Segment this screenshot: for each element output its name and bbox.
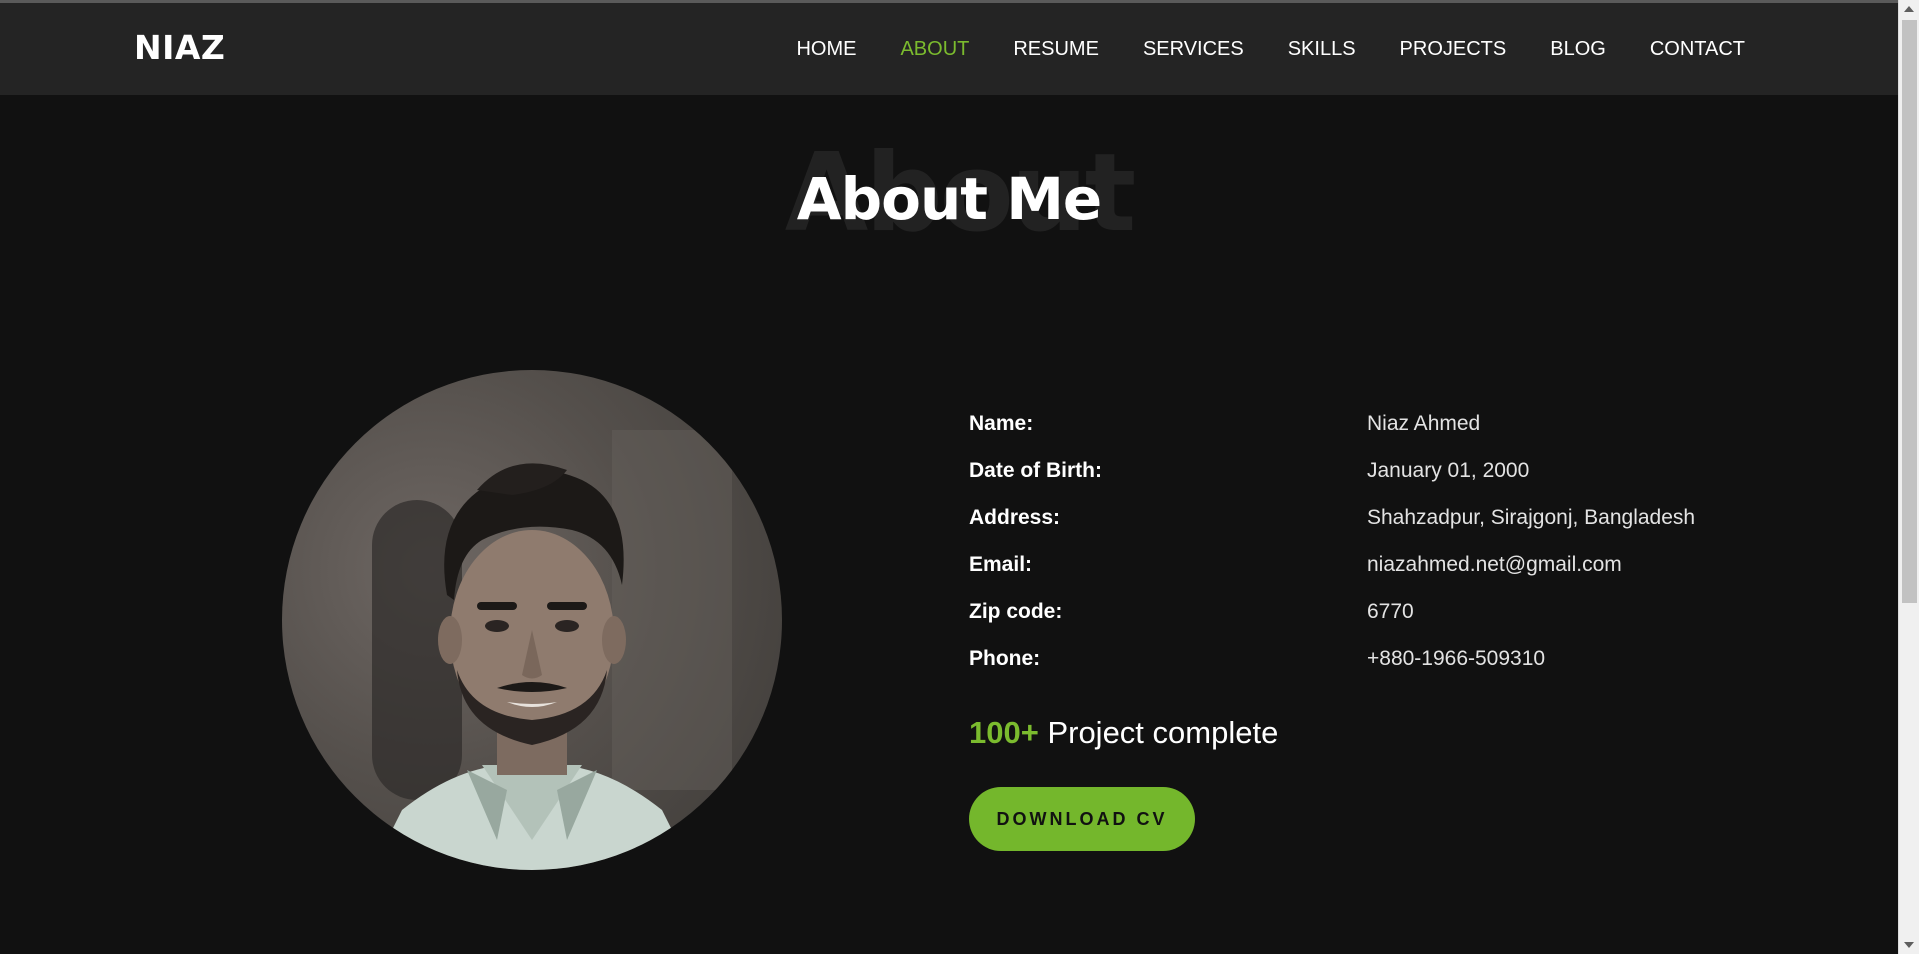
profile-photo-illustration — [372, 430, 732, 870]
scroll-up-arrow-icon[interactable] — [1904, 6, 1914, 12]
detail-label: Name: — [969, 411, 1034, 435]
detail-value: 6770 — [1367, 599, 1414, 623]
nav-item-home[interactable]: HOME — [796, 39, 856, 59]
nav-item-about[interactable]: ABOUT — [900, 39, 969, 59]
detail-label: Phone: — [969, 646, 1041, 670]
detail-value: niazahmed.net@gmail.com — [1367, 552, 1622, 576]
detail-row-address: Address: Shahzadpur, Sirajgonj, Banglade… — [969, 494, 1769, 541]
section-title: About Me — [796, 165, 1103, 233]
scrollbar-thumb[interactable] — [1902, 20, 1917, 603]
nav-item-services[interactable]: SERVICES — [1143, 39, 1244, 59]
page: NIAZ HOME ABOUT RESUME SERVICES SKILLS P… — [0, 0, 1919, 954]
nav-item-skills[interactable]: SKILLS — [1288, 39, 1356, 59]
detail-label: Zip code: — [969, 599, 1063, 623]
detail-label: Date of Birth: — [969, 458, 1102, 482]
detail-value: January 01, 2000 — [1367, 458, 1530, 482]
detail-value: Niaz Ahmed — [1367, 411, 1481, 435]
nav-item-contact[interactable]: CONTACT — [1650, 39, 1745, 59]
projects-text: Project complete — [1038, 715, 1279, 750]
nav-item-resume[interactable]: RESUME — [1013, 39, 1099, 59]
scrollbar[interactable] — [1898, 0, 1919, 954]
profile-details: Name: Niaz Ahmed Date of Birth: January … — [969, 400, 1769, 682]
profile-photo — [282, 370, 782, 870]
detail-row-phone: Phone: +880-1966-509310 — [969, 635, 1769, 682]
detail-value: Shahzadpur, Sirajgonj, Bangladesh — [1367, 505, 1696, 529]
detail-row-email: Email: niazahmed.net@gmail.com — [969, 541, 1769, 588]
detail-row-birth: Date of Birth: January 01, 2000 — [969, 447, 1769, 494]
detail-label: Address: — [969, 505, 1061, 529]
nav-menu: HOME ABOUT RESUME SERVICES SKILLS PROJEC… — [752, 39, 1745, 59]
projects-complete: 100+ Project complete — [969, 715, 1278, 751]
nav-item-blog[interactable]: BLOG — [1550, 39, 1606, 59]
detail-value: +880-1966-509310 — [1367, 646, 1546, 670]
detail-row-name: Name: Niaz Ahmed — [969, 400, 1769, 447]
detail-label: Email: — [969, 552, 1033, 576]
detail-row-zip: Zip code: 6770 — [969, 588, 1769, 635]
navbar: NIAZ HOME ABOUT RESUME SERVICES SKILLS P… — [0, 3, 1898, 95]
projects-count: 100+ — [969, 715, 1039, 750]
scroll-down-arrow-icon[interactable] — [1904, 942, 1914, 948]
nav-item-projects[interactable]: PROJECTS — [1400, 39, 1507, 59]
brand-logo[interactable]: NIAZ — [134, 31, 225, 64]
download-cv-button[interactable]: DOWNLOAD CV — [969, 787, 1195, 851]
